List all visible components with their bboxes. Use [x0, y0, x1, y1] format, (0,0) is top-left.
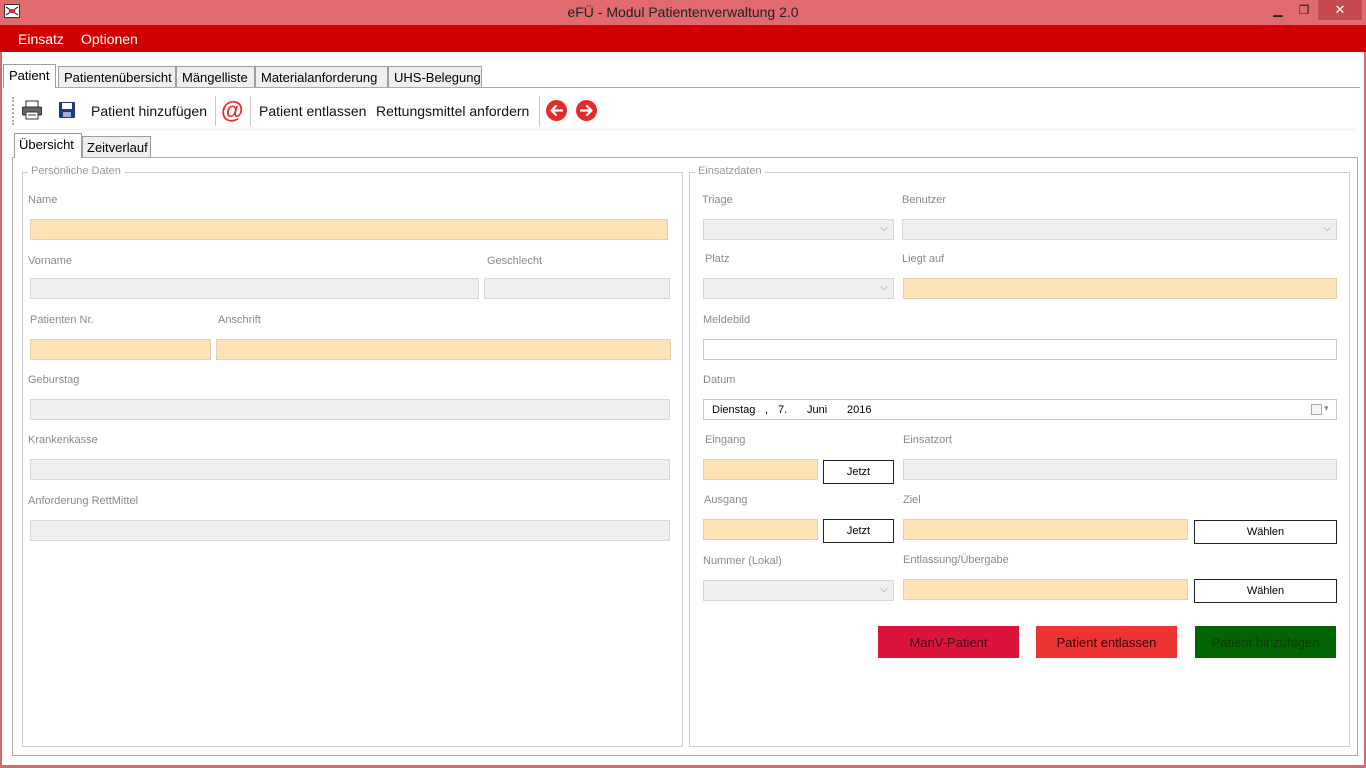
entry-now-button[interactable]: Jetzt: [823, 460, 894, 484]
rescue-request-field[interactable]: [30, 520, 670, 541]
menu-bar: [0, 25, 1366, 52]
exit-now-button[interactable]: Jetzt: [823, 519, 894, 543]
patient-number-field[interactable]: [30, 339, 211, 360]
platz-label: Platz: [705, 253, 730, 265]
chevron-down-icon: ⌵: [880, 223, 888, 234]
mission-data-legend: Einsatzdaten: [695, 165, 765, 177]
chevron-down-icon: ⌵: [1323, 223, 1331, 234]
toolbar: [8, 92, 1356, 130]
minimize-button[interactable]: ▁: [1266, 0, 1290, 20]
geschlecht-field[interactable]: [484, 278, 670, 299]
platz-select[interactable]: ⌵: [703, 278, 894, 299]
report-label: Meldebild: [703, 314, 751, 326]
vorname-label: Vorname: [28, 255, 73, 267]
handover-field[interactable]: [903, 579, 1188, 600]
lies-on-field[interactable]: [903, 278, 1337, 299]
request-rescue-toolbar-button[interactable]: Rettungsmittel anfordern: [376, 103, 529, 119]
calendar-icon[interactable]: [1311, 404, 1322, 415]
close-button[interactable]: ✕: [1318, 0, 1362, 20]
date-day: 7.: [778, 404, 788, 416]
address-label: Anschrift: [218, 314, 261, 326]
chevron-down-icon: ⌵: [880, 282, 888, 293]
date-weekday: Dienstag: [712, 404, 756, 416]
toolbar-separator: [539, 96, 540, 126]
entry-time-field[interactable]: [703, 459, 818, 480]
date-month: Juni: [807, 404, 828, 416]
mission-location-field[interactable]: [903, 459, 1337, 480]
insurance-label: Krankenkasse: [28, 434, 98, 446]
tab-patient[interactable]: Patient: [3, 64, 56, 88]
tab-patientenuebersicht[interactable]: Patientenübersicht: [58, 66, 176, 87]
date-picker[interactable]: Dienstag , 7. Juni 2016 ▾: [703, 399, 1337, 420]
personal-data-legend: Persönliche Daten: [28, 165, 124, 177]
date-comma: ,: [765, 404, 769, 416]
name-label: Name: [28, 194, 58, 206]
insurance-field[interactable]: [30, 459, 670, 480]
arrow-right-icon[interactable]: [576, 100, 597, 121]
handover-choose-button[interactable]: Wählen: [1194, 579, 1337, 603]
tab-zeitverlauf[interactable]: Zeitverlauf: [82, 136, 151, 157]
maximize-button[interactable]: ❐: [1292, 0, 1316, 20]
entry-label: Eingang: [705, 434, 746, 446]
triage-select[interactable]: ⌵: [703, 219, 894, 240]
exit-time-field[interactable]: [703, 519, 818, 540]
add-patient-toolbar-button[interactable]: Patient hinzufügen: [91, 103, 207, 119]
destination-label: Ziel: [903, 494, 921, 506]
exit-label: Ausgang: [704, 494, 748, 506]
arrow-left-icon[interactable]: [546, 100, 567, 121]
menu-optionen[interactable]: Optionen: [81, 31, 138, 47]
user-select[interactable]: ⌵: [902, 219, 1337, 240]
menu-einsatz[interactable]: Einsatz: [18, 31, 64, 47]
name-field[interactable]: [30, 219, 668, 240]
discharge-patient-button[interactable]: Patient entlassen: [1036, 626, 1177, 658]
toolbar-grip: [12, 97, 14, 125]
birthday-label: Geburstag: [28, 374, 80, 386]
tab-divider: [4, 87, 1360, 88]
tab-maengelliste[interactable]: Mängelliste: [176, 66, 255, 87]
add-patient-button[interactable]: Patient hinzufügen: [1195, 626, 1336, 658]
toolbar-separator: [215, 96, 216, 126]
chevron-down-icon[interactable]: ▾: [1324, 403, 1329, 414]
mission-location-label: Einsatzort: [903, 434, 952, 446]
at-icon[interactable]: @: [221, 97, 243, 124]
local-number-select[interactable]: ⌵: [703, 580, 894, 601]
birthday-field[interactable]: [30, 399, 670, 420]
vorname-field[interactable]: [30, 278, 479, 299]
date-year: 2016: [847, 404, 872, 416]
geschlecht-label: Geschlecht: [487, 255, 543, 267]
report-field[interactable]: [703, 339, 1337, 360]
toolbar-separator: [250, 96, 251, 126]
window-title: eFÜ - Modul Patientenverwaltung 2.0: [567, 4, 799, 20]
handover-label: Entlassung/Übergabe: [903, 554, 1009, 566]
chevron-down-icon: ⌵: [880, 584, 888, 595]
address-field[interactable]: [216, 339, 671, 360]
destination-choose-button[interactable]: Wählen: [1194, 520, 1337, 544]
save-icon[interactable]: [58, 101, 76, 119]
patient-number-label: Patienten Nr.: [30, 314, 94, 326]
tab-uhs-belegung[interactable]: UHS-Belegung: [388, 66, 482, 87]
printer-icon[interactable]: [21, 99, 43, 121]
tab-materialanforderung[interactable]: Materialanforderung: [255, 66, 388, 87]
rescue-request-label: Anforderung RettMittel: [28, 495, 139, 507]
triage-label: Triage: [702, 194, 733, 206]
lies-on-label: Liegt auf: [902, 253, 945, 265]
date-label: Datum: [703, 374, 736, 386]
local-number-label: Nummer (Lokal): [703, 555, 782, 567]
tab-uebersicht[interactable]: Übersicht: [14, 133, 82, 158]
discharge-toolbar-button[interactable]: Patient entlassen: [259, 103, 366, 119]
user-label: Benutzer: [902, 194, 947, 206]
destination-field[interactable]: [903, 519, 1188, 540]
manv-patient-button[interactable]: ManV-Patient: [878, 626, 1019, 658]
